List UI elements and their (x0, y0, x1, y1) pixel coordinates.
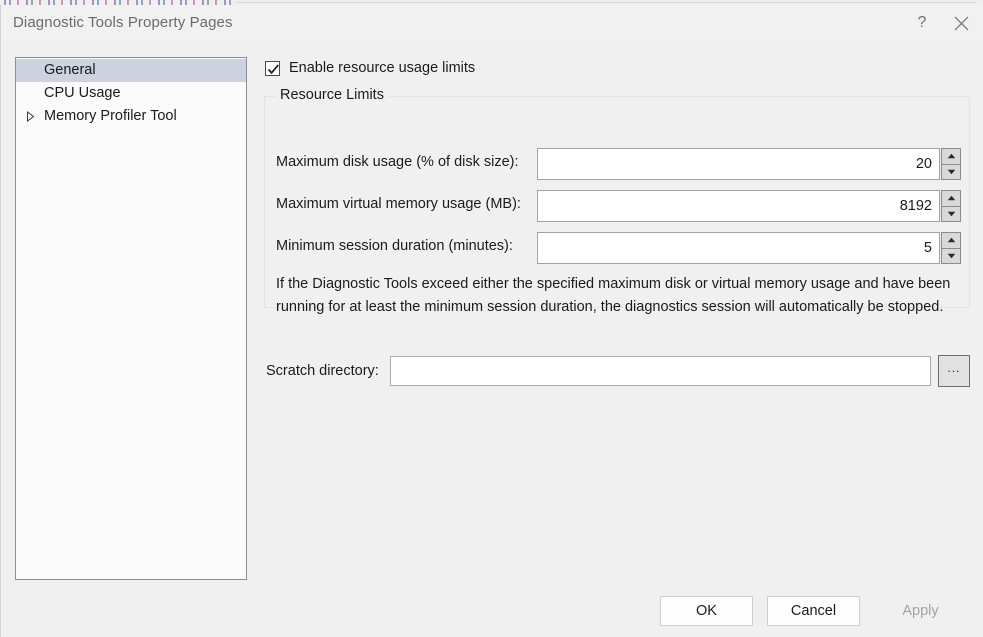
title-bar: Diagnostic Tools Property Pages ? (1, 5, 983, 41)
triangle-down-icon (947, 211, 956, 217)
apply-button: Apply (874, 596, 967, 626)
page-navigation-tree[interactable]: General CPU Usage Memory Profiler Tool (15, 57, 247, 580)
tree-item-label: Memory Profiler Tool (44, 108, 177, 124)
spinner-down-button[interactable] (941, 164, 961, 181)
maximum-disk-usage-spinner[interactable]: 20 (537, 148, 961, 180)
triangle-down-icon (947, 169, 956, 175)
resource-limits-group-title: Resource Limits (275, 87, 389, 103)
cancel-button[interactable]: Cancel (767, 596, 860, 626)
resource-limits-note: If the Diagnostic Tools exceed either th… (276, 273, 956, 319)
scratch-directory-label: Scratch directory: (266, 363, 379, 379)
minimum-session-duration-input[interactable]: 5 (537, 232, 940, 264)
tree-item-label: General (44, 62, 96, 78)
dialog-client-area: General CPU Usage Memory Profiler Tool (1, 41, 983, 637)
ok-button[interactable]: OK (660, 596, 753, 626)
tree-item-cpu-usage[interactable]: CPU Usage (16, 82, 246, 105)
expander-triangle-icon[interactable] (26, 105, 40, 128)
close-button[interactable] (939, 5, 983, 41)
maximum-disk-usage-spin-buttons[interactable] (941, 148, 961, 180)
maximum-disk-usage-input[interactable]: 20 (537, 148, 940, 180)
tree-item-label: CPU Usage (44, 85, 121, 101)
triangle-down-icon (947, 253, 956, 259)
artifact-divider-line (236, 2, 976, 3)
spinner-down-button[interactable] (941, 248, 961, 265)
tree-item-general[interactable]: General (16, 59, 246, 82)
spinner-up-button[interactable] (941, 232, 961, 248)
maximum-virtual-memory-usage-input[interactable]: 8192 (537, 190, 940, 222)
question-mark-icon: ? (918, 15, 927, 31)
close-icon (954, 16, 969, 31)
maximum-virtual-memory-usage-label: Maximum virtual memory usage (MB): (276, 196, 521, 212)
maximum-virtual-memory-usage-spinner[interactable]: 8192 (537, 190, 961, 222)
diagnostic-tools-property-pages-dialog: Diagnostic Tools Property Pages ? Genera… (0, 5, 983, 637)
enable-resource-usage-limits-checkbox[interactable] (265, 61, 280, 76)
help-button[interactable]: ? (905, 5, 939, 41)
checkmark-icon (267, 63, 280, 76)
minimum-session-duration-spin-buttons[interactable] (941, 232, 961, 264)
maximum-virtual-memory-usage-spin-buttons[interactable] (941, 190, 961, 222)
window-title: Diagnostic Tools Property Pages (13, 14, 233, 31)
triangle-up-icon (947, 237, 956, 243)
scratch-directory-input[interactable] (390, 356, 931, 386)
spinner-up-button[interactable] (941, 148, 961, 164)
enable-resource-usage-limits-label: Enable resource usage limits (289, 60, 475, 76)
spinner-up-button[interactable] (941, 190, 961, 206)
triangle-up-icon (947, 153, 956, 159)
minimum-session-duration-spinner[interactable]: 5 (537, 232, 961, 264)
minimum-session-duration-label: Minimum session duration (minutes): (276, 238, 513, 254)
scratch-directory-browse-button[interactable]: ... (938, 355, 970, 387)
spinner-down-button[interactable] (941, 206, 961, 223)
maximum-disk-usage-label: Maximum disk usage (% of disk size): (276, 154, 519, 170)
tree-item-memory-profiler-tool[interactable]: Memory Profiler Tool (16, 105, 246, 128)
enable-resource-usage-limits-row[interactable]: Enable resource usage limits (265, 60, 475, 76)
triangle-up-icon (947, 195, 956, 201)
